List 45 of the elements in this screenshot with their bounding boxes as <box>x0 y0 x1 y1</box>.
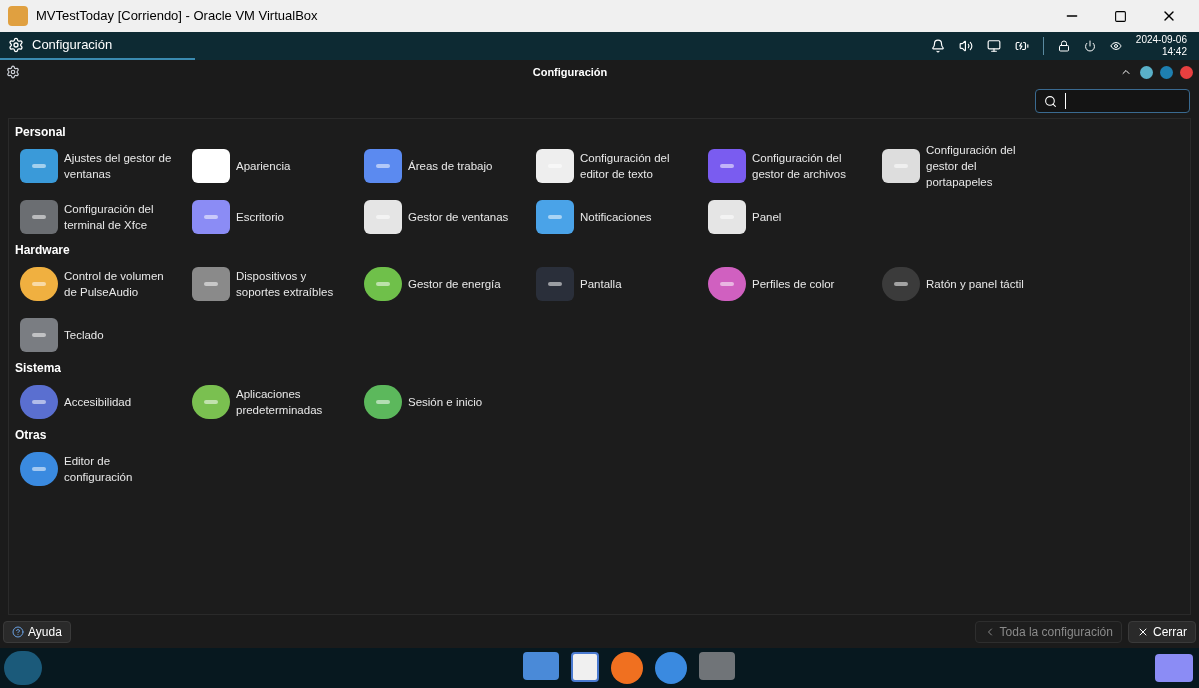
settings-item[interactable]: Configuración del editor de texto <box>531 140 703 191</box>
settings-item[interactable]: Control de volumen de PulseAudio <box>15 258 187 309</box>
section-heading: Personal <box>15 124 67 140</box>
settings-item[interactable]: Apariencia <box>187 140 359 191</box>
volume-icon[interactable] <box>958 39 973 53</box>
clock-time: 14:42 <box>1161 46 1187 58</box>
window-control[interactable] <box>1180 65 1193 79</box>
settings-item[interactable]: Teclado <box>15 309 187 360</box>
settings-item[interactable]: Dispositivos y soportes extraíbles <box>187 258 359 309</box>
search-field[interactable] <box>1035 89 1190 113</box>
settings-item[interactable]: Aplicaciones predeterminadas <box>187 376 359 427</box>
settings-item[interactable]: Panel <box>703 191 877 242</box>
settings-item[interactable]: Sesión e inicio <box>359 376 531 427</box>
lock-icon[interactable] <box>1057 40 1070 52</box>
section-heading: Hardware <box>15 242 71 258</box>
settings-item[interactable]: Perfiles de color <box>703 258 877 309</box>
settings-item[interactable]: Configuración del terminal de Xfce <box>15 191 187 242</box>
search-icon <box>1044 94 1057 108</box>
settings-item[interactable]: Configuración del gestor de archivos <box>703 140 877 191</box>
section-heading: Otras <box>15 427 48 443</box>
window-control[interactable] <box>1160 65 1173 79</box>
settings-item[interactable]: Configuración del gestor del portapapeles <box>877 140 1049 191</box>
help-icon <box>12 625 24 638</box>
help-button[interactable]: Ayuda <box>3 620 71 643</box>
settings-item[interactable]: Ajustes del gestor de ventanas <box>15 140 187 191</box>
settings-item[interactable]: Editor de configuración <box>15 443 187 494</box>
taskbar-app-button[interactable]: Configuración <box>0 32 195 60</box>
notification-icon[interactable] <box>930 39 945 53</box>
maximize-icon[interactable] <box>1114 9 1127 23</box>
settings-item[interactable]: Pantalla <box>531 258 703 309</box>
window-control[interactable] <box>1140 65 1153 79</box>
settings-item[interactable]: Escritorio <box>187 191 359 242</box>
settings-item[interactable]: Áreas de trabajo <box>359 140 531 191</box>
settings-item[interactable]: Notificaciones <box>531 191 703 242</box>
eye-icon[interactable] <box>1109 40 1122 52</box>
window-title: MVTestToday [Corriendo] - Oracle VM VirtualBox <box>36 7 318 26</box>
settings-item[interactable]: Gestor de energía <box>359 258 531 309</box>
settings-item[interactable]: Ratón y panel táctil <box>877 258 1049 309</box>
settings-icon <box>6 65 20 79</box>
settings-item[interactable]: Gestor de ventanas <box>359 191 531 242</box>
settings-item[interactable]: Accesibilidad <box>15 376 187 427</box>
app-title: Configuración <box>531 64 609 80</box>
section-heading: Sistema <box>15 360 63 376</box>
close-button[interactable]: Cerrar <box>1128 620 1196 643</box>
clock-date: 2024-09-06 <box>1135 34 1187 46</box>
